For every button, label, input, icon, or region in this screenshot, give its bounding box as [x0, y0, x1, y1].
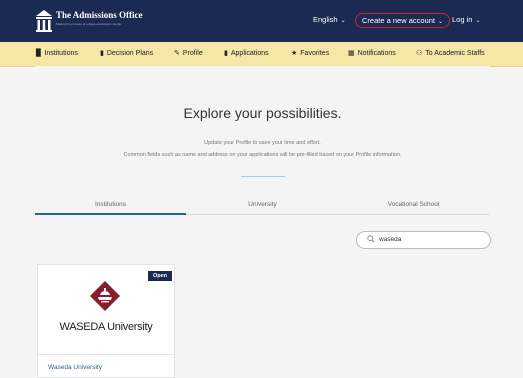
- institution-icon: ▉: [36, 50, 42, 57]
- edit-icon: ✎: [174, 50, 180, 57]
- nav-label: To Academic Staffs: [425, 50, 485, 57]
- nav-applications[interactable]: ▮ Applications: [224, 42, 269, 66]
- page-description: Common fields such as name and address o…: [123, 152, 402, 158]
- document-icon: ▮: [224, 50, 228, 57]
- brand-name: The Admissions Office: [56, 10, 143, 20]
- status-badge: Open: [147, 271, 172, 281]
- star-icon: ★: [291, 50, 298, 57]
- institution-name-link[interactable]: Waseda University: [48, 364, 102, 371]
- university-logo-text: WASEDA University: [59, 321, 153, 333]
- nav-profile[interactable]: ✎ Profile: [174, 42, 203, 66]
- active-tab-indicator: [35, 213, 186, 215]
- page-title: Explore your possibilities.: [183, 105, 342, 121]
- nav-decision-plans[interactable]: ▮ Decision Plans: [100, 42, 153, 66]
- main-nav: ▉ Institutions ▮ Decision Plans ✎ Profile ▮…: [0, 42, 523, 67]
- language-label: English: [313, 15, 338, 24]
- brand-tagline: Making the process of college admissions…: [56, 22, 122, 26]
- language-selector[interactable]: English ⌄: [313, 15, 346, 24]
- search-box[interactable]: [356, 231, 491, 249]
- nav-notifications[interactable]: ▦ Notifications: [348, 42, 396, 66]
- brand[interactable]: The Admissions Office Making the process…: [56, 9, 143, 26]
- create-account-label: Create a new account: [362, 16, 435, 25]
- nav-academic-staffs[interactable]: ⚇ To Academic Staffs: [416, 42, 485, 66]
- notification-icon: ▦: [348, 50, 355, 57]
- nav-institutions[interactable]: ▉ Institutions: [36, 42, 78, 66]
- chevron-down-icon: ⌄: [475, 18, 481, 24]
- page-subtitle: Update your Profile to save your time an…: [204, 140, 321, 146]
- login-label: Log in: [452, 15, 473, 24]
- nav-label: Profile: [182, 50, 203, 57]
- search-input[interactable]: [379, 233, 479, 246]
- chevron-down-icon: ⌄: [340, 18, 346, 24]
- nav-label: Favorites: [300, 50, 330, 57]
- nav-label: Applications: [230, 50, 269, 57]
- nav-label: Institutions: [44, 50, 78, 57]
- tab-vocational-school[interactable]: Vocational School: [338, 199, 489, 215]
- document-icon: ▮: [100, 50, 104, 57]
- card-footer: Waseda University: [38, 354, 174, 377]
- university-crest-icon: [90, 281, 120, 311]
- login-menu[interactable]: Log in ⌄: [452, 15, 480, 24]
- create-account-link[interactable]: Create a new account ⌄: [355, 13, 450, 28]
- admissions-logo-icon[interactable]: [35, 9, 53, 33]
- chevron-down-icon: ⌄: [437, 19, 443, 25]
- nav-favorites[interactable]: ★ Favorites: [291, 42, 329, 66]
- people-icon: ⚇: [416, 50, 423, 57]
- search-icon: [367, 235, 375, 243]
- title-divider: [241, 176, 285, 177]
- nav-label: Decision Plans: [106, 50, 154, 57]
- top-header: The Admissions Office Making the process…: [0, 0, 523, 42]
- tab-university[interactable]: University: [187, 199, 338, 215]
- main-content: Explore your possibilities. Update your …: [35, 66, 491, 378]
- nav-label: Notifications: [357, 50, 396, 57]
- institution-card[interactable]: Open WASEDA University Waseda University: [37, 264, 175, 378]
